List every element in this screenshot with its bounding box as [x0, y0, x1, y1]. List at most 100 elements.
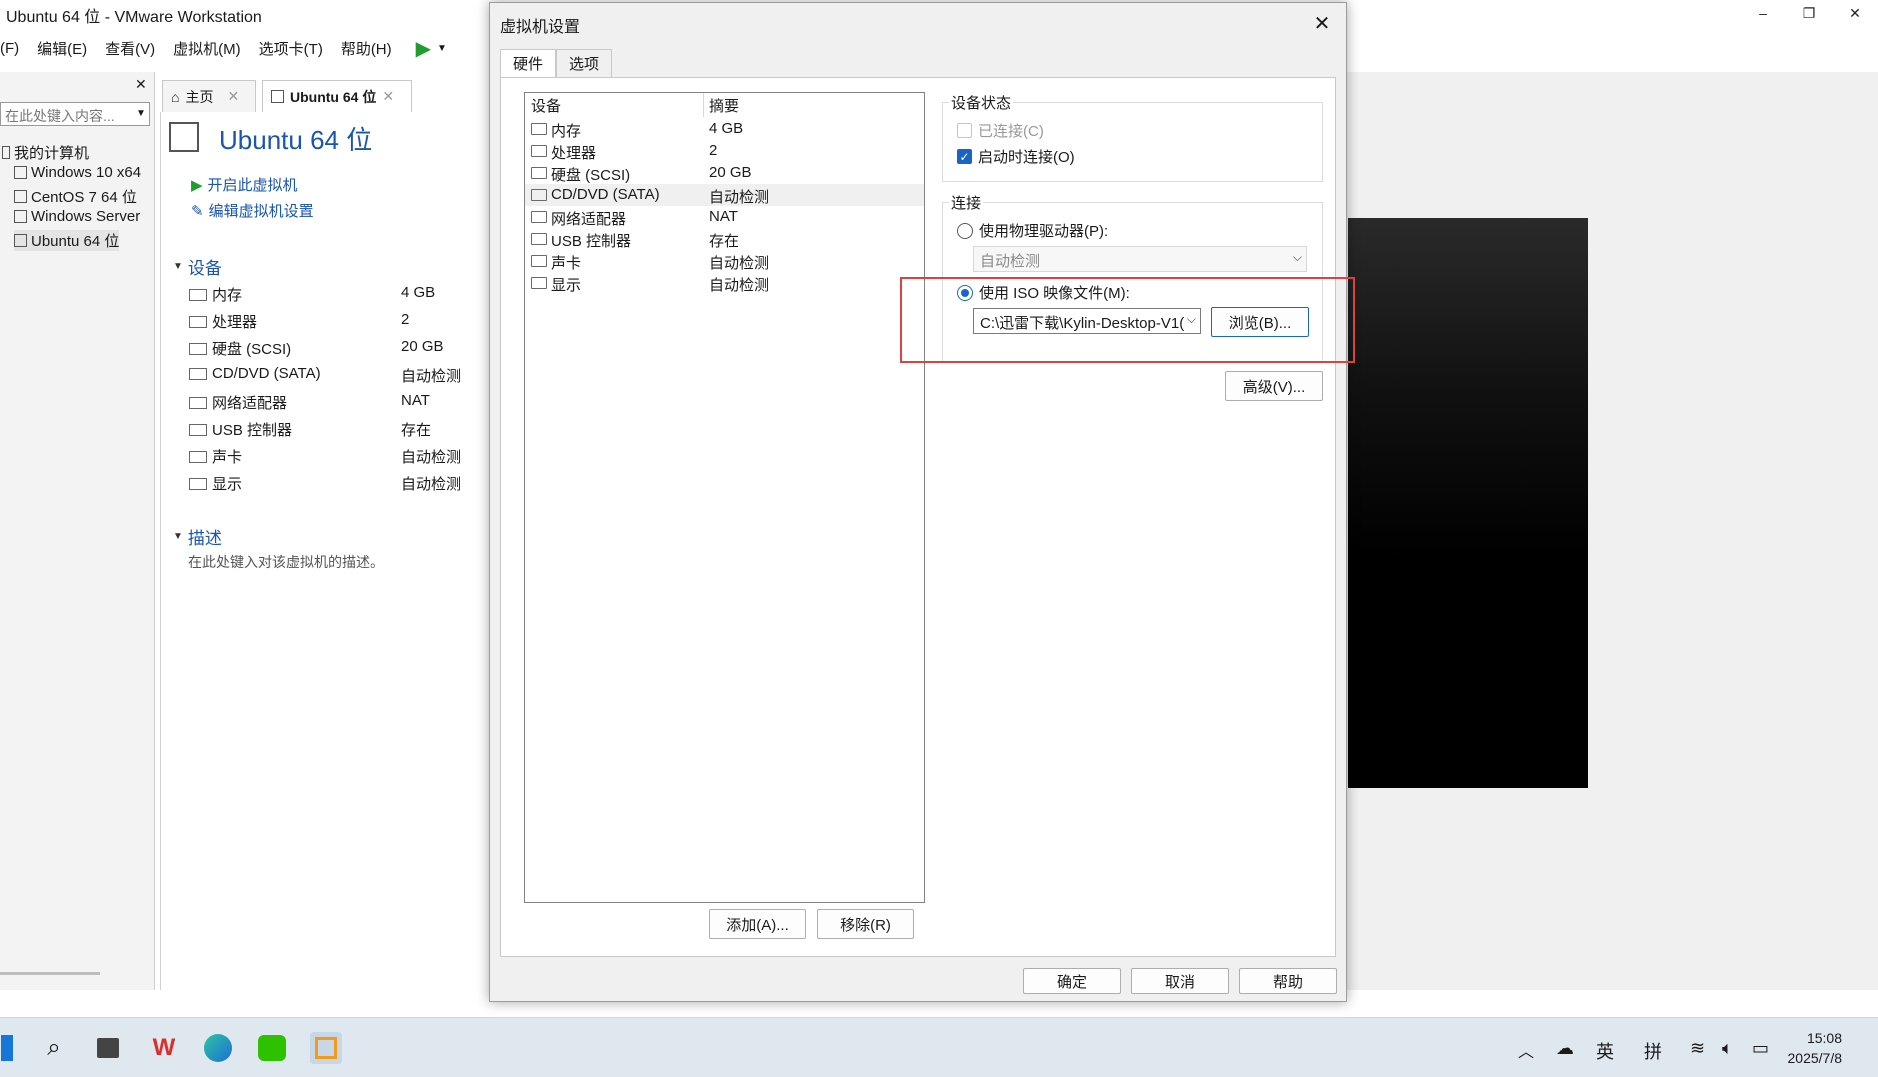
summary-device-row[interactable]: 处理器 — [189, 311, 257, 332]
device-icon — [189, 367, 207, 380]
description-section-header[interactable]: ▼ 描述 — [173, 524, 222, 549]
device-icon — [189, 315, 207, 328]
device-list[interactable]: 设备 摘要 内存 4 GB 处理器 2 硬盘 (SCSI) 20 GB CD/DVD (SA… — [524, 92, 925, 903]
vm-screen-preview[interactable] — [1348, 218, 1588, 788]
device-summary: 20 GB — [709, 164, 752, 181]
menu-help[interactable]: 帮助(H) — [341, 38, 392, 59]
device-icon — [531, 167, 547, 179]
devices-section-header[interactable]: ▼ 设备 — [173, 254, 222, 279]
library-search-input[interactable]: 在此处键入内容... — [0, 102, 150, 126]
restore-button[interactable]: ❐ — [1786, 0, 1832, 26]
edge-icon[interactable] — [202, 1032, 234, 1064]
tree-item-ubuntu[interactable]: Ubuntu 64 位 — [14, 230, 120, 251]
physical-drive-radio[interactable]: 使用物理驱动器(P): — [957, 220, 1108, 241]
device-status-label: 设备状态 — [949, 92, 1014, 113]
device-summary: 自动检测 — [709, 277, 770, 294]
desc-header-label: 描述 — [187, 529, 222, 548]
tab-ubuntu[interactable]: Ubuntu 64 位 ✕ — [262, 80, 412, 112]
close-tab-icon[interactable]: ✕ — [227, 88, 239, 105]
edit-settings-link-label: 编辑虚拟机设置 — [208, 203, 314, 220]
summary-device-row[interactable]: USB 控制器 — [189, 419, 292, 440]
cloud-icon[interactable]: ☁ — [1556, 1038, 1574, 1059]
vmware-icon[interactable] — [310, 1032, 342, 1064]
device-row[interactable]: 显示 自动检测 — [525, 272, 924, 294]
battery-icon[interactable]: ▭ — [1752, 1038, 1769, 1059]
tree-item-windows10[interactable]: Windows 10 x64 — [14, 164, 141, 181]
close-library-icon[interactable]: ✕ — [135, 76, 147, 93]
close-tab-icon[interactable]: ✕ — [382, 88, 394, 105]
device-icon — [531, 211, 547, 223]
add-device-button[interactable]: 添加(A)... — [709, 909, 806, 939]
wps-icon[interactable]: W — [148, 1032, 180, 1064]
chevron-down-icon[interactable]: ▼ — [437, 43, 447, 54]
connect-on-start-checkbox[interactable]: ✓ 启动时连接(O) — [957, 146, 1075, 167]
computer-icon — [2, 146, 10, 159]
power-on-icon[interactable]: ▶ — [416, 36, 431, 61]
search-dropdown-icon[interactable]: ▼ — [136, 108, 146, 119]
device-icon — [531, 233, 547, 245]
column-header-summary[interactable]: 摘要 — [709, 95, 739, 116]
search-icon[interactable]: ⌕ — [38, 1032, 70, 1064]
tab-hardware[interactable]: 硬件 — [500, 49, 557, 77]
device-row[interactable]: USB 控制器 存在 — [525, 228, 924, 250]
library-scrollbar[interactable] — [0, 972, 100, 975]
device-value: NAT — [401, 392, 430, 409]
menu-file[interactable]: (F) — [0, 40, 19, 57]
tree-item-centos[interactable]: CentOS 7 64 位 — [14, 186, 137, 207]
menu-tabs[interactable]: 选项卡(T) — [259, 38, 323, 59]
ime-indicator[interactable]: 拼 — [1644, 1038, 1662, 1064]
column-header-device[interactable]: 设备 — [531, 95, 561, 116]
menu-view[interactable]: 查看(V) — [105, 38, 155, 59]
device-icon — [189, 396, 207, 409]
cancel-button[interactable]: 取消 — [1131, 968, 1229, 994]
vm-icon — [14, 166, 27, 179]
summary-device-row[interactable]: CD/DVD (SATA) — [189, 365, 321, 382]
summary-device-row[interactable]: 硬盘 (SCSI) — [189, 338, 291, 359]
device-name: 硬盘 (SCSI) — [212, 341, 292, 358]
help-button[interactable]: 帮助 — [1239, 968, 1337, 994]
menu-vm[interactable]: 虚拟机(M) — [173, 38, 241, 59]
ok-button[interactable]: 确定 — [1023, 968, 1121, 994]
edit-settings-link[interactable]: ✎ 编辑虚拟机设置 — [191, 200, 314, 221]
tab-options[interactable]: 选项 — [556, 49, 613, 77]
device-row[interactable]: CD/DVD (SATA) 自动检测 — [525, 184, 924, 206]
task-view-icon[interactable] — [92, 1032, 124, 1064]
device-summary: 4 GB — [709, 120, 744, 137]
window-controls: – ❐ ✕ — [1740, 0, 1878, 26]
volume-icon[interactable]: 🔈︎ — [1722, 1038, 1733, 1059]
start-icon[interactable] — [0, 1032, 14, 1064]
device-status-group — [942, 102, 1323, 182]
menu-edit[interactable]: 编辑(E) — [37, 38, 87, 59]
device-icon — [189, 342, 207, 355]
lang-indicator[interactable]: 英 — [1596, 1038, 1614, 1064]
summary-device-row[interactable]: 内存 — [189, 284, 242, 305]
summary-device-row[interactable]: 声卡 — [189, 446, 242, 467]
wechat-icon[interactable] — [256, 1032, 288, 1064]
column-separator[interactable] — [703, 93, 704, 117]
summary-device-row[interactable]: 网络适配器 — [189, 392, 287, 413]
summary-device-row[interactable]: 显示 — [189, 473, 242, 494]
chevron-up-icon[interactable]: ︿ — [1518, 1038, 1534, 1062]
device-icon — [531, 123, 547, 135]
device-row[interactable]: 网络适配器 NAT — [525, 206, 924, 228]
device-row[interactable]: 处理器 2 — [525, 140, 924, 162]
device-row[interactable]: 声卡 自动检测 — [525, 250, 924, 272]
device-row[interactable]: 硬盘 (SCSI) 20 GB — [525, 162, 924, 184]
close-window-button[interactable]: ✕ — [1832, 0, 1878, 26]
remove-device-button[interactable]: 移除(R) — [817, 909, 914, 939]
physical-drive-select[interactable]: 自动检测 ⌵ — [973, 246, 1307, 272]
description-field[interactable]: 在此处键入对该虚拟机的描述。 — [188, 552, 384, 572]
device-row[interactable]: 内存 4 GB — [525, 118, 924, 140]
tabs-bar: ⌂ 主页 ✕ Ubuntu 64 位 ✕ — [160, 80, 490, 112]
connected-checkbox[interactable]: 已连接(C) — [957, 120, 1044, 141]
tab-home[interactable]: ⌂ 主页 ✕ — [162, 80, 256, 112]
tree-item-windows-server[interactable]: Windows Server — [14, 208, 140, 225]
device-name: USB 控制器 — [212, 422, 293, 439]
tree-root[interactable]: 我的计算机 — [2, 142, 89, 163]
clock[interactable]: 15:08 2025/7/8 — [1788, 1028, 1843, 1068]
dialog-close-button[interactable]: ✕ — [1308, 9, 1336, 37]
minimize-button[interactable]: – — [1740, 0, 1786, 26]
wifi-icon[interactable]: ≋ — [1690, 1038, 1705, 1059]
advanced-button[interactable]: 高级(V)... — [1225, 371, 1323, 401]
power-on-link[interactable]: ▶ 开启此虚拟机 — [191, 174, 298, 195]
